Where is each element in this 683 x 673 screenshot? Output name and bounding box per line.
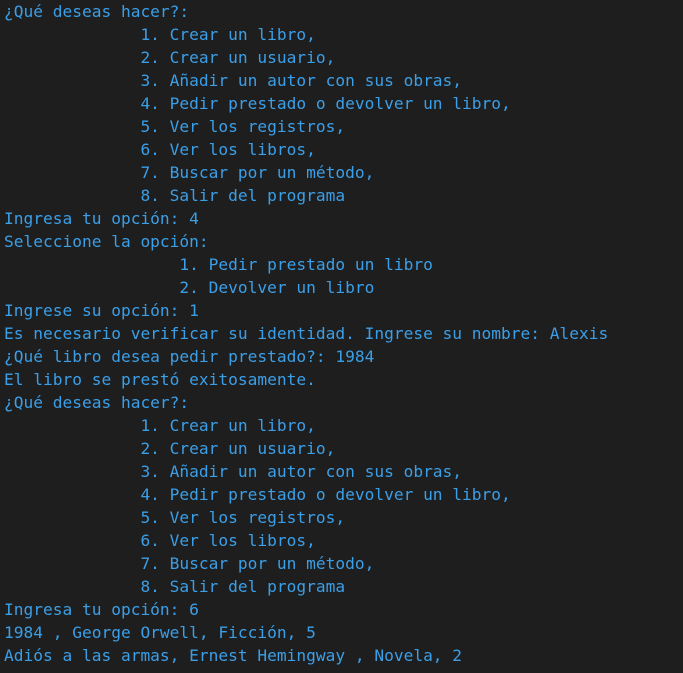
terminal-output[interactable]: ¿Qué deseas hacer?: 1. Crear un libro, 2… bbox=[0, 0, 683, 673]
menu-option: 4. Pedir prestado o devolver un libro, bbox=[4, 94, 511, 113]
menu-option: 6. Ver los libros, bbox=[4, 531, 316, 550]
input-prompt: Ingresa tu opción: 6 bbox=[4, 600, 199, 619]
book-record: 1984 , George Orwell, Ficción, 5 bbox=[4, 623, 316, 642]
input-prompt: Ingresa tu opción: 4 bbox=[4, 209, 199, 228]
output-line: ¿Qué deseas hacer?: bbox=[4, 393, 190, 412]
input-prompt: ¿Qué libro desea pedir prestado?: 1984 bbox=[4, 347, 375, 366]
input-prompt: Ingrese su opción: 1 bbox=[4, 301, 199, 320]
menu-option: 6. Ver los libros, bbox=[4, 140, 316, 159]
menu-option: 5. Ver los registros, bbox=[4, 508, 346, 527]
output-line: El libro se prestó exitosamente. bbox=[4, 370, 316, 389]
submenu-option: 1. Pedir prestado un libro bbox=[4, 255, 433, 274]
menu-option: 7. Buscar por un método, bbox=[4, 163, 375, 182]
menu-option: 5. Ver los registros, bbox=[4, 117, 346, 136]
menu-option: 4. Pedir prestado o devolver un libro, bbox=[4, 485, 511, 504]
submenu-option: 2. Devolver un libro bbox=[4, 278, 375, 297]
menu-option: 2. Crear un usuario, bbox=[4, 439, 336, 458]
menu-option: 3. Añadir un autor con sus obras, bbox=[4, 462, 463, 481]
menu-option: 7. Buscar por un método, bbox=[4, 554, 375, 573]
output-line: Seleccione la opción: bbox=[4, 232, 209, 251]
menu-option: 3. Añadir un autor con sus obras, bbox=[4, 71, 463, 90]
menu-option: 8. Salir del programa bbox=[4, 186, 346, 205]
input-prompt: Es necesario verificar su identidad. Ing… bbox=[4, 324, 609, 343]
menu-option: 2. Crear un usuario, bbox=[4, 48, 336, 67]
menu-option: 8. Salir del programa bbox=[4, 577, 346, 596]
menu-option: 1. Crear un libro, bbox=[4, 416, 316, 435]
book-record: Adiós a las armas, Ernest Hemingway , No… bbox=[4, 646, 463, 665]
menu-option: 1. Crear un libro, bbox=[4, 25, 316, 44]
output-line: ¿Qué deseas hacer?: bbox=[4, 2, 190, 21]
